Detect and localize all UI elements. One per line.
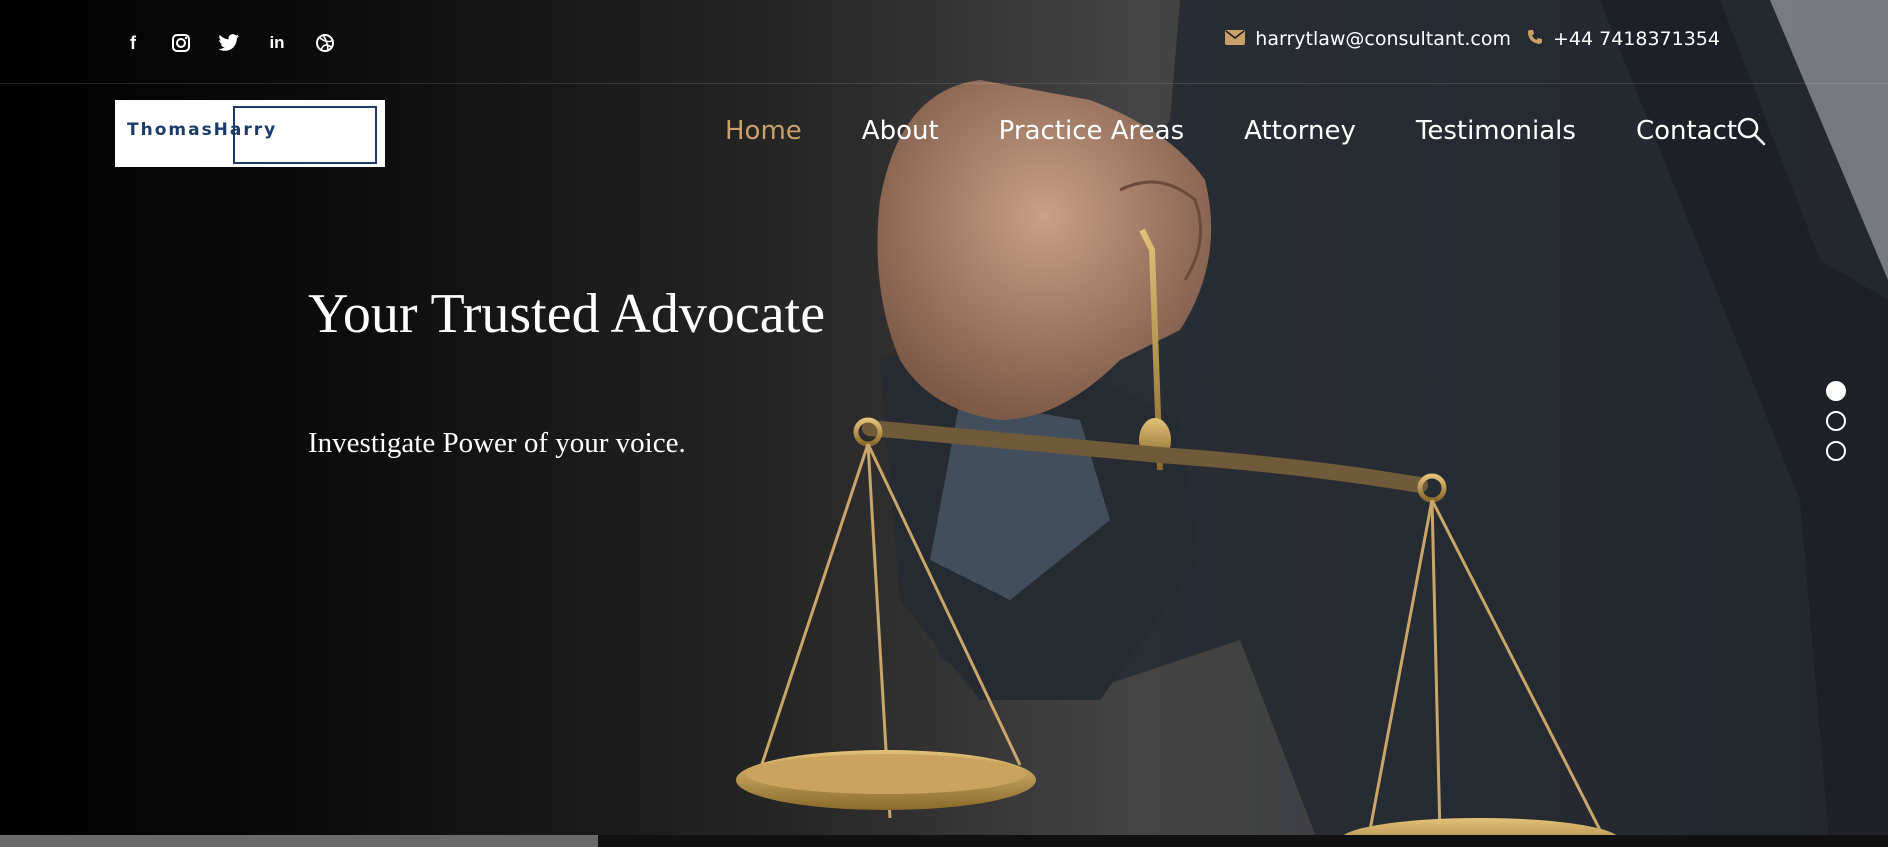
- site-logo[interactable]: ThomasHarry: [115, 100, 385, 167]
- phone-contact[interactable]: +44 7418371354: [1527, 28, 1720, 50]
- twitter-icon[interactable]: [216, 30, 242, 56]
- dribbble-icon[interactable]: [312, 30, 338, 56]
- nav-practice-areas[interactable]: Practice Areas: [999, 116, 1185, 146]
- main-nav: Home About Practice Areas Attorney Testi…: [725, 116, 1797, 146]
- logo-text: ThomasHarry: [127, 120, 278, 140]
- contact-info: harrytlaw@consultant.com +44 7418371354: [1225, 28, 1720, 50]
- nav-home[interactable]: Home: [725, 116, 802, 146]
- nav-about[interactable]: About: [862, 116, 939, 146]
- slider-dot-2[interactable]: [1826, 411, 1846, 431]
- phone-text: +44 7418371354: [1552, 28, 1720, 50]
- email-text: harrytlaw@consultant.com: [1255, 28, 1511, 50]
- hero-subtitle: Investigate Power of your voice.: [308, 427, 686, 459]
- slider-dots: [1826, 381, 1846, 461]
- nav-attorney[interactable]: Attorney: [1244, 116, 1356, 146]
- top-bar: f in harrytlaw@consultant.com +44 741837…: [0, 0, 1888, 84]
- social-links: f in: [120, 30, 338, 56]
- slide-progress-bar: [0, 835, 599, 847]
- nav-contact[interactable]: Contact: [1636, 116, 1737, 146]
- nav-testimonials[interactable]: Testimonials: [1416, 116, 1576, 146]
- email-contact[interactable]: harrytlaw@consultant.com: [1225, 28, 1511, 50]
- slider-dot-1[interactable]: [1826, 381, 1846, 401]
- search-icon[interactable]: [1736, 116, 1768, 148]
- envelope-icon: [1225, 29, 1246, 50]
- phone-icon: [1527, 29, 1543, 50]
- hero-title: Your Trusted Advocate: [308, 283, 826, 345]
- slider-dot-3[interactable]: [1826, 441, 1846, 461]
- hero-section: f in harrytlaw@consultant.com +44 741837…: [0, 0, 1888, 847]
- linkedin-icon[interactable]: in: [264, 30, 290, 56]
- instagram-icon[interactable]: [168, 30, 194, 56]
- facebook-icon[interactable]: f: [120, 30, 146, 56]
